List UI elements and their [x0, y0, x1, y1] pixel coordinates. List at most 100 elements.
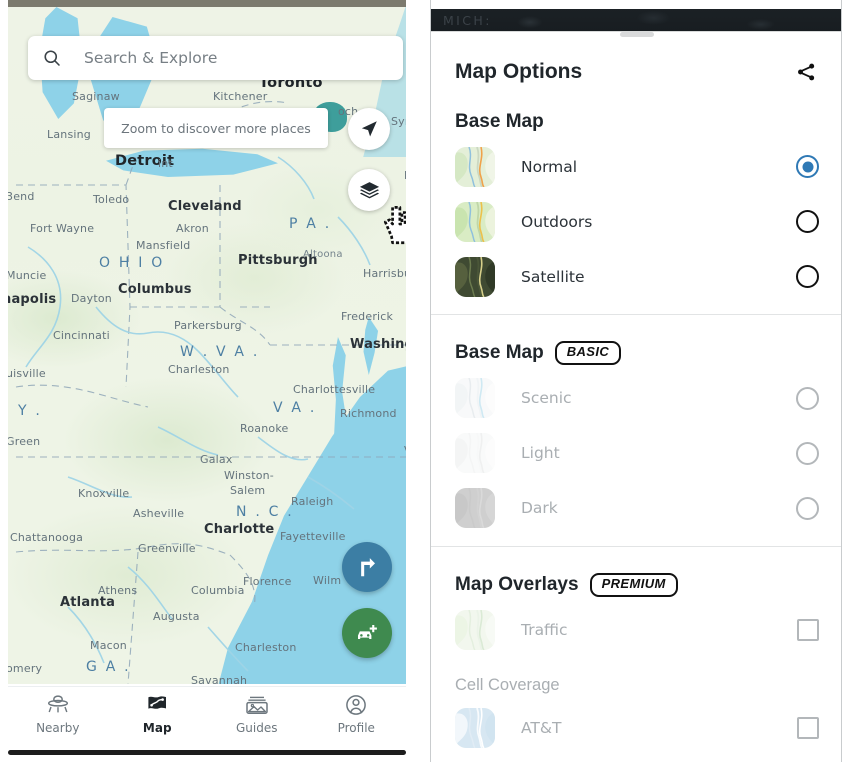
person-icon — [346, 695, 367, 715]
map-label: Washing — [350, 337, 406, 352]
map-canvas[interactable]: SaginawKitchenerTorontoLansingochSyrDetr… — [8, 7, 406, 684]
section-header: Map Overlays PREMIUM — [431, 572, 841, 597]
options-sections: Base Map Normal Outdoors Satellite Base Map B… — [431, 111, 841, 756]
map-label: Asheville — [133, 507, 185, 520]
option-thumbnail — [455, 256, 495, 297]
map-label: Altoona — [303, 249, 343, 260]
option-row: Traffic — [431, 603, 841, 658]
option-row: Scenic — [431, 371, 841, 426]
map-flag-icon — [148, 696, 167, 709]
map-label: Wilm — [313, 574, 342, 587]
bottom-navigation: Nearby Map Guides Profile — [8, 686, 406, 748]
option-thumbnail — [455, 433, 495, 474]
section-divider — [431, 545, 841, 547]
map-label: Frederick — [341, 310, 394, 323]
map-label: Florence — [243, 575, 292, 588]
map-label: Richmond — [340, 407, 397, 420]
map-label: Columbia — [191, 584, 245, 597]
map-label: 3end — [8, 190, 35, 203]
map-label: Charleston — [168, 363, 230, 376]
map-label: Parkersburg — [174, 319, 242, 332]
option-thumbnail — [455, 610, 495, 651]
map-label: Dayton — [71, 292, 112, 305]
radio-button — [796, 386, 819, 410]
checkbox — [797, 619, 819, 642]
zoom-hint-toast: Zoom to discover more places — [104, 108, 328, 148]
map-label: Galax — [200, 453, 233, 466]
option-list: Traffic — [431, 603, 841, 658]
nav-item-guides[interactable]: Guides — [207, 687, 307, 735]
satellite-map-thumb — [455, 256, 495, 297]
map-label: Saginaw — [72, 90, 120, 103]
section-divider — [431, 314, 841, 315]
section-title: Base Map — [455, 111, 544, 132]
panel-title: Map Options — [455, 60, 583, 83]
section-header: Base Map — [431, 111, 841, 133]
nav-item-nearby[interactable]: Nearby — [8, 687, 108, 735]
map-label: Greenville — [138, 542, 196, 555]
radio-button[interactable] — [796, 265, 819, 288]
nav-item-profile[interactable]: Profile — [307, 687, 407, 735]
map-label: Vi — [404, 444, 406, 457]
nav-label-profile: Profile — [337, 721, 375, 735]
nav-item-map[interactable]: Map — [108, 687, 208, 735]
search-input[interactable]: Search & Explore — [84, 49, 217, 67]
normal-map-thumb — [455, 146, 495, 187]
option-row[interactable]: Satellite — [431, 249, 841, 304]
option-row: Dark — [431, 481, 841, 536]
traffic-map-thumb — [455, 610, 495, 651]
option-label: Light — [521, 444, 560, 463]
map-label: G A . — [86, 659, 131, 675]
directions-button[interactable] — [342, 542, 392, 592]
map-label: Raleigh — [291, 495, 334, 508]
option-row[interactable]: Normal — [431, 139, 841, 194]
outdoors-map-thumb — [455, 201, 495, 242]
map-label: Cleveland — [168, 199, 242, 214]
map-label: Roanoke — [240, 422, 289, 435]
radio-button — [796, 441, 819, 465]
section-title: Base Map — [455, 341, 544, 363]
option-label: Dark — [521, 499, 558, 518]
locate-icon — [361, 121, 377, 137]
option-label: Satellite — [521, 267, 585, 286]
option-row[interactable]: Outdoors — [431, 194, 841, 249]
map-strip-label: MICH: — [443, 12, 492, 28]
share-button[interactable] — [793, 59, 819, 85]
phone-map-screen: SaginawKitchenerTorontoLansingochSyrDetr… — [0, 0, 414, 762]
map-options-panel: MICH: Map Options Base Map Normal Outdoors — [430, 0, 842, 762]
option-label: AT&T — [521, 719, 562, 738]
option-list: Scenic Light Dark — [431, 371, 841, 536]
car-plus-icon — [358, 625, 377, 639]
nav-label-nearby: Nearby — [36, 721, 80, 735]
radio-selected[interactable] — [796, 155, 819, 178]
option-thumbnail — [455, 708, 495, 749]
status-strip — [8, 0, 406, 7]
ufo-icon — [47, 695, 68, 713]
search-bar[interactable]: Search & Explore — [28, 36, 403, 80]
option-row: AT&T — [431, 701, 841, 756]
radio-button[interactable] — [796, 210, 819, 233]
map-label: Cincinnati — [53, 329, 110, 342]
map-label: B — [404, 169, 406, 182]
option-row: Light — [431, 426, 841, 481]
map-label: Salem — [230, 484, 266, 497]
map-label: Mansfield — [136, 239, 191, 252]
option-list: Normal Outdoors Satellite — [431, 139, 841, 304]
map-label: Augusta — [153, 610, 200, 623]
bottom-sheet: Map Options Base Map Normal Outdoors Satell… — [431, 31, 841, 762]
light-map-thumb — [455, 433, 495, 474]
option-thumbnail — [455, 378, 495, 419]
nav-label-guides: Guides — [236, 721, 278, 735]
tier-badge: PREMIUM — [589, 572, 678, 597]
add-vehicle-button[interactable] — [342, 608, 392, 658]
option-thumbnail — [455, 201, 495, 242]
section-title: Map Overlays — [455, 573, 579, 595]
option-label: Normal — [521, 157, 578, 176]
sheet-drag-handle[interactable] — [620, 32, 654, 37]
locate-button[interactable] — [348, 108, 390, 150]
map-label: Charlottesville — [293, 383, 376, 396]
option-thumbnail — [455, 146, 495, 187]
tier-badge: BASIC — [554, 341, 622, 365]
option-label: Scenic — [521, 389, 572, 408]
map-label: Savannah — [191, 674, 248, 684]
